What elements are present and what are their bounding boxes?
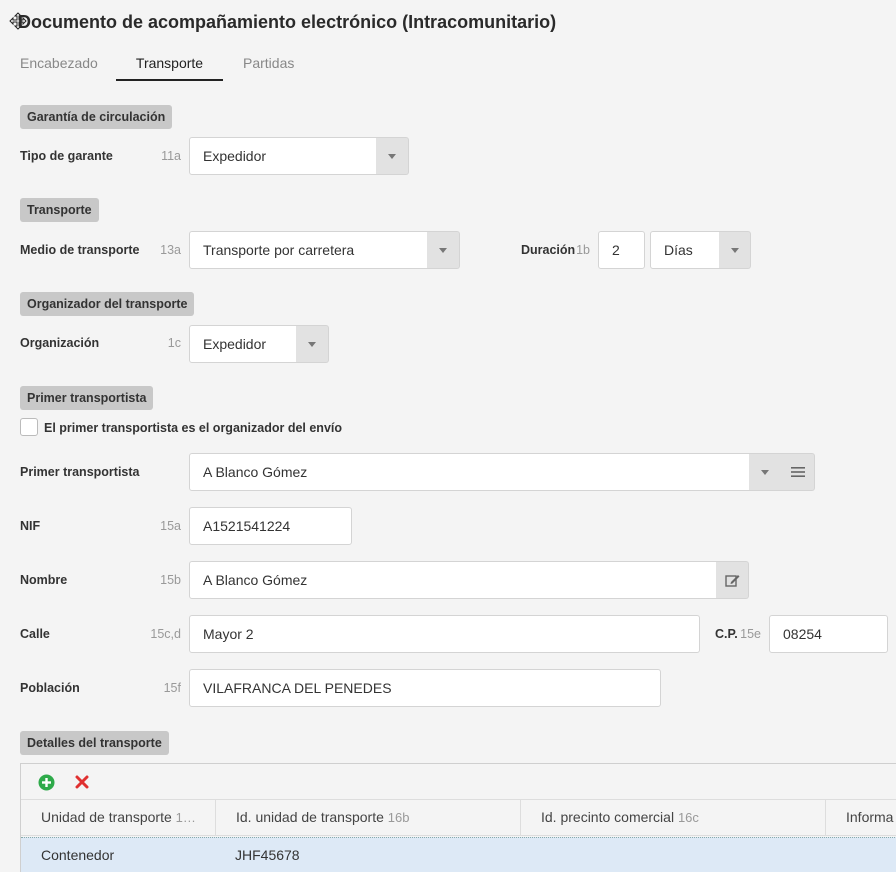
column-label: Unidad de transporte [41, 809, 172, 825]
section-primer-transportista: Primer transportista [20, 386, 154, 410]
section-transporte: Transporte [20, 198, 99, 222]
column-code: 16b [387, 810, 410, 825]
nif-label: NIF [20, 519, 41, 533]
nombre-input[interactable]: A Blanco Gómez [189, 561, 717, 599]
column-header-unidad[interactable]: Unidad de transporte 1… [21, 799, 216, 836]
cp-input[interactable]: 08254 [769, 615, 888, 653]
cell-unidad: Contenedor [41, 847, 115, 863]
es-organizador-checkbox[interactable] [20, 418, 38, 436]
medio-transporte-label: Medio de transporte [20, 243, 140, 257]
column-header-informacion[interactable]: Informa [826, 799, 896, 836]
poblacion-code: 15f [163, 681, 181, 695]
list-icon [790, 467, 805, 477]
chevron-down-icon [761, 469, 769, 475]
delete-icon[interactable] [75, 775, 89, 789]
chevron-down-icon [439, 247, 447, 253]
duracion-input[interactable]: 2 [598, 231, 645, 269]
poblacion-input[interactable]: VILAFRANCA DEL PENEDES [189, 669, 661, 707]
primer-transportista-dropdown-button[interactable] [749, 453, 782, 491]
section-organizador: Organizador del transporte [20, 292, 195, 316]
column-code: 1… [175, 810, 196, 825]
nombre-edit-button[interactable] [716, 561, 749, 599]
cp-code: 15e [740, 627, 761, 641]
es-organizador-label: El primer transportista es el organizado… [44, 421, 342, 435]
calle-input[interactable]: Mayor 2 [189, 615, 700, 653]
column-label: Id. precinto comercial [541, 809, 675, 825]
tab-encabezado[interactable]: Encabezado [20, 55, 98, 81]
column-header-id-unidad[interactable]: Id. unidad de transporte 16b [216, 799, 521, 836]
column-label: Informa [846, 809, 894, 825]
column-code: 16c [677, 810, 699, 825]
cp-label: C.P. [715, 627, 738, 641]
section-detalles: Detalles del transporte [20, 731, 169, 755]
nif-code: 15a [160, 519, 181, 533]
medio-transporte-code: 13a [160, 243, 181, 257]
chevron-down-icon [308, 341, 316, 347]
duracion-label: Duración [521, 243, 576, 257]
tipo-garante-label: Tipo de garante [20, 149, 113, 163]
add-icon[interactable] [38, 774, 55, 791]
organizacion-dropdown-button[interactable] [296, 325, 329, 363]
calle-label: Calle [20, 627, 50, 641]
tipo-garante-select[interactable]: Expedidor [189, 137, 377, 175]
primer-transportista-label: Primer transportista [20, 465, 140, 479]
poblacion-label: Población [20, 681, 80, 695]
duracion-code: 1b [576, 243, 590, 257]
table-row[interactable] [21, 837, 896, 872]
medio-transporte-select[interactable]: Transporte por carretera [189, 231, 428, 269]
section-garantia: Garantía de circulación [20, 105, 173, 129]
primer-transportista-list-button[interactable] [781, 453, 815, 491]
organizacion-label: Organización [20, 336, 100, 350]
tipo-garante-code: 11a [161, 149, 181, 163]
duracion-unit-dropdown-button[interactable] [719, 231, 751, 269]
organizacion-select[interactable]: Expedidor [189, 325, 297, 363]
chevron-down-icon [730, 247, 739, 253]
nombre-code: 15b [160, 573, 181, 587]
calle-code: 15c,d [150, 627, 181, 641]
chevron-down-icon [388, 153, 396, 159]
tab-partidas[interactable]: Partidas [243, 55, 294, 81]
cell-id-unidad: JHF45678 [235, 847, 300, 863]
page-title: Documento de acompañamiento electrónico … [18, 12, 557, 32]
organizacion-code: 1c [167, 336, 181, 350]
column-header-id-precinto[interactable]: Id. precinto comercial 16c [521, 799, 826, 836]
primer-transportista-select[interactable]: A Blanco Gómez [189, 453, 750, 491]
tipo-garante-dropdown-button[interactable] [376, 137, 409, 175]
tab-transporte[interactable]: Transporte [116, 55, 223, 81]
duracion-unit-select[interactable]: Días [650, 231, 720, 269]
medio-transporte-dropdown-button[interactable] [427, 231, 460, 269]
nif-input[interactable]: A1521541224 [189, 507, 352, 545]
edit-icon [724, 574, 739, 587]
nombre-label: Nombre [20, 573, 68, 587]
column-label: Id. unidad de transporte [236, 809, 384, 825]
